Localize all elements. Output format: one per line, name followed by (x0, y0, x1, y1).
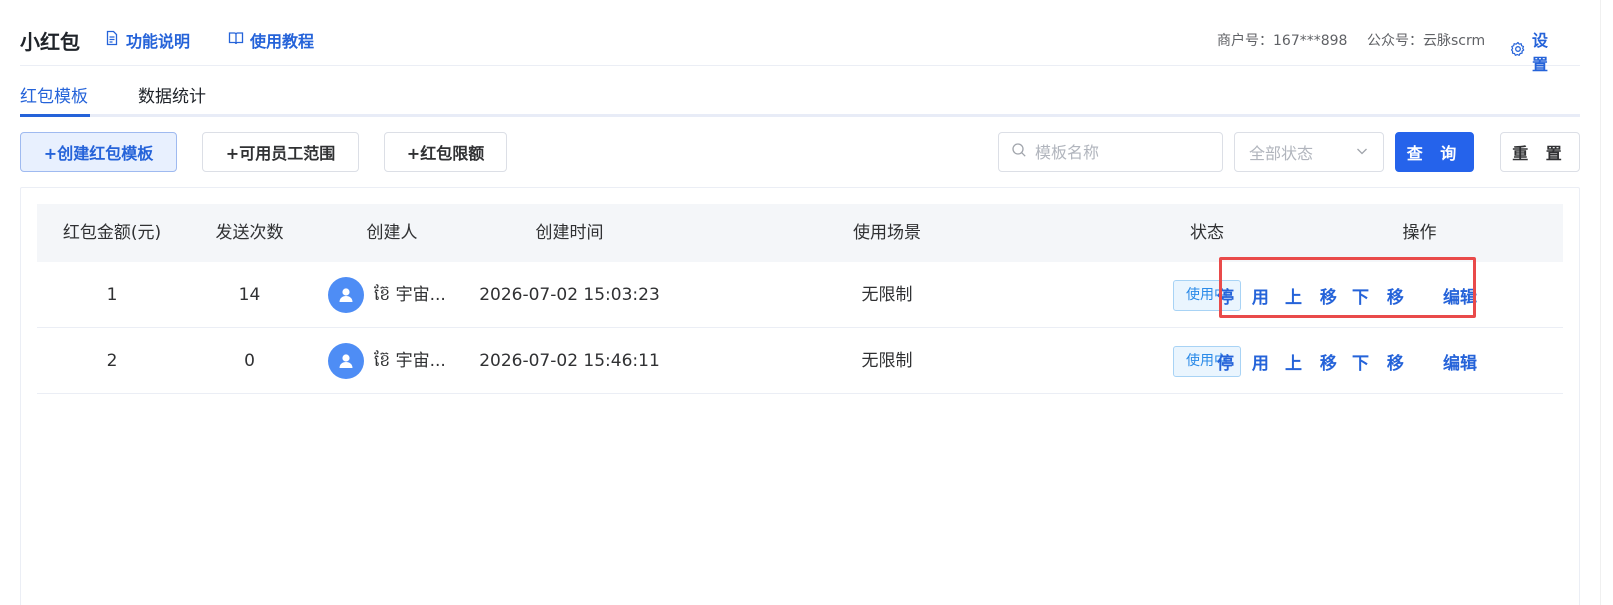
query-button[interactable]: 查 询 (1395, 132, 1474, 172)
create-template-button[interactable]: +创建红包模板 (20, 132, 177, 172)
cell-creator: ខ៊ែ 宇宙... (312, 328, 472, 394)
cell-amount: 1 (106, 285, 118, 305)
move-down-button[interactable]: 下 移 (1352, 349, 1410, 374)
cell-amount: 2 (106, 351, 118, 371)
cell-send-count: 0 (244, 351, 255, 371)
tutorial-link[interactable]: 使用教程 (228, 28, 314, 52)
document-icon (104, 30, 120, 50)
merchant-id: 商户号：167***898 (1217, 33, 1348, 49)
edit-button[interactable]: 编辑 (1443, 349, 1477, 374)
move-up-button[interactable]: 上 移 (1285, 349, 1343, 374)
cell-send-count: 14 (238, 285, 261, 305)
table-panel: 红包金额(元) 发送次数 创建人 创建时间 使用场景 状态 操作 1 14 ខ៊… (20, 187, 1580, 605)
status-select[interactable]: 全部状态 (1234, 132, 1384, 172)
cell-created-at: 2026-07-02 15:03:23 (479, 285, 660, 305)
move-up-button[interactable]: 上 移 (1285, 283, 1343, 308)
chevron-down-icon (1355, 143, 1369, 162)
cell-status: 使用中 (1107, 328, 1307, 394)
tab-bar: 红包模板 数据统计 (20, 76, 1580, 117)
header: 小红包 功能说明 使用教程 商户号：167***898 公众号：云脉scrm 设… (20, 0, 1580, 74)
function-description-label: 功能说明 (126, 32, 191, 51)
template-name-input[interactable] (1035, 142, 1215, 162)
app-title: 小红包 (20, 30, 80, 54)
page-scrollbar[interactable] (1600, 0, 1613, 605)
cell-status: 使用中 (1107, 262, 1307, 328)
cell-creator: ខ៊ែ 宇宙... (312, 262, 472, 328)
cell-created-at: 2026-07-02 15:46:11 (479, 351, 660, 371)
edit-button[interactable]: 编辑 (1443, 283, 1477, 308)
creator-name: ខ៊ែ 宇宙... (374, 285, 446, 305)
header-status: 状态 (1190, 223, 1224, 243)
tab-redpacket-templates[interactable]: 红包模板 (20, 82, 88, 107)
header-amount: 红包金额(元) (62, 223, 162, 243)
official-account: 公众号：云脉scrm (1367, 33, 1486, 49)
tab-data-statistics[interactable]: 数据统计 (138, 82, 206, 107)
gear-icon (1510, 41, 1526, 61)
header-scene: 使用场景 (853, 223, 921, 243)
staff-scope-button[interactable]: +可用员工范围 (202, 132, 359, 172)
disable-button[interactable]: 停 用 (1217, 283, 1275, 308)
header-actions: 操作 (1402, 223, 1437, 243)
disable-button[interactable]: 停 用 (1217, 349, 1275, 374)
tutorial-label: 使用教程 (250, 32, 315, 51)
status-select-value: 全部状态 (1249, 144, 1314, 163)
header-created-at: 创建时间 (535, 223, 604, 243)
search-icon (1011, 142, 1027, 162)
cell-scene: 无限制 (861, 285, 913, 305)
table-header: 红包金额(元) 发送次数 创建人 创建时间 使用场景 状态 操作 (37, 204, 1563, 262)
tab-label: 红包模板 (20, 87, 88, 107)
search-box[interactable] (998, 132, 1223, 172)
settings-label: 设 置 (1532, 31, 1553, 74)
creator-name: ខ៊ែ 宇宙... (374, 351, 446, 371)
header-creator: 创建人 (366, 223, 418, 243)
redpacket-limit-button[interactable]: +红包限额 (384, 132, 507, 172)
reset-button[interactable]: 重 置 (1500, 132, 1580, 172)
move-down-button[interactable]: 下 移 (1352, 283, 1410, 308)
book-icon (228, 30, 244, 50)
tab-active-indicator (20, 114, 90, 117)
page: 小红包 功能说明 使用教程 商户号：167***898 公众号：云脉scrm 设… (0, 0, 1613, 605)
settings-button[interactable]: 设 置 (1510, 27, 1580, 75)
cell-scene: 无限制 (861, 351, 913, 371)
function-description-link[interactable]: 功能说明 (104, 28, 190, 52)
avatar (328, 343, 364, 379)
header-send-count: 发送次数 (215, 223, 284, 243)
avatar (328, 277, 364, 313)
tab-label: 数据统计 (138, 87, 206, 107)
